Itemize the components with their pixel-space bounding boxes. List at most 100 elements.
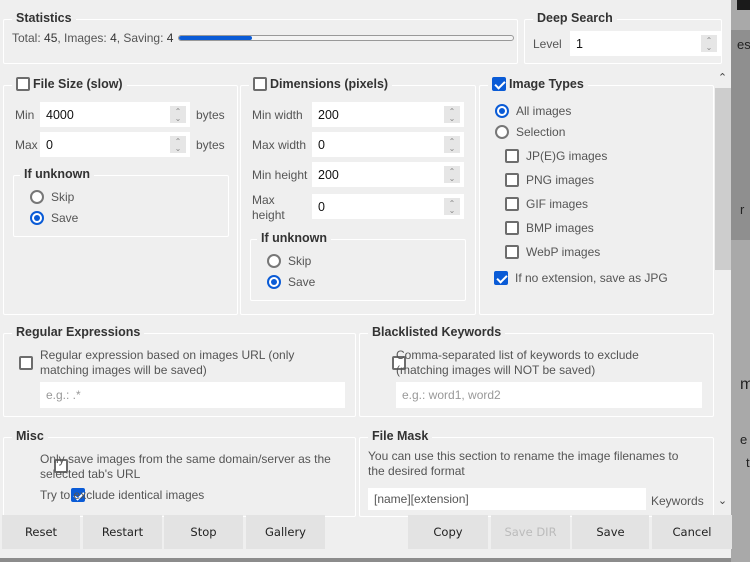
scroll-down-icon[interactable]: ⌄ xyxy=(714,493,731,509)
saving-value: 4 xyxy=(166,31,174,45)
image-type-label: WebP images xyxy=(526,245,601,259)
scroll-thumb[interactable] xyxy=(715,88,731,271)
dimensions-checkbox[interactable] xyxy=(253,77,267,91)
regex-checkbox[interactable] xyxy=(19,356,33,370)
copy-button[interactable]: Copy xyxy=(408,515,488,549)
file-size-save-option[interactable]: Save xyxy=(30,211,78,225)
images-label: , Images: xyxy=(57,31,111,45)
no-extension-option[interactable]: If no extension, save as JPG xyxy=(494,271,668,285)
max-height-stepper[interactable]: 0 ⌃ ⌄ xyxy=(312,194,464,219)
save-radio[interactable] xyxy=(267,275,281,289)
min-width-stepper[interactable]: 200 ⌃ ⌄ xyxy=(312,102,464,127)
skip-label: Skip xyxy=(288,254,312,268)
save-dir-button[interactable]: Save DIR xyxy=(491,515,570,549)
image-type-label: BMP images xyxy=(526,221,594,235)
regex-input[interactable]: e.g.: .* xyxy=(40,382,345,408)
regex-title: Regular Expressions xyxy=(12,325,145,339)
regex-label-line-2: matching images will be saved) xyxy=(40,363,207,377)
exclude-identical-label: Try to exclude identical images xyxy=(40,488,205,502)
min-height-stepper[interactable]: 200 ⌃ ⌄ xyxy=(312,162,464,187)
max-size-label: Max xyxy=(15,138,38,152)
selection-radio[interactable] xyxy=(495,125,509,139)
min-height-value: 200 xyxy=(318,167,339,182)
file-mask-input[interactable]: [name][extension] xyxy=(368,488,646,510)
file-size-title: File Size (slow) xyxy=(33,77,123,91)
backdrop-dark-corner xyxy=(737,0,750,10)
image-type-checkbox[interactable] xyxy=(505,173,519,187)
image-type-checkbox[interactable] xyxy=(505,221,519,235)
image-type-option[interactable]: BMP images xyxy=(505,221,594,235)
keywords-link[interactable]: Keywords xyxy=(651,494,704,508)
stepper-arrows-icon[interactable]: ⌃ ⌄ xyxy=(170,136,186,153)
skip-radio[interactable] xyxy=(30,190,44,204)
statistics-title: Statistics xyxy=(12,11,76,25)
dimensions-unknown-group: If unknown xyxy=(250,231,466,301)
max-size-stepper[interactable]: 0 ⌃ ⌄ xyxy=(40,132,190,157)
max-width-value: 0 xyxy=(318,137,325,152)
min-width-value: 200 xyxy=(318,107,339,122)
all-images-option[interactable]: All images xyxy=(495,104,571,118)
total-label: Total: xyxy=(12,31,45,45)
same-domain-label-line-2: selected tab's URL xyxy=(40,467,141,481)
restart-button[interactable]: Restart xyxy=(83,515,162,549)
statistics-summary: Total: 45, Images: 4, Saving: 4 xyxy=(12,31,173,45)
stepper-arrows-icon[interactable]: ⌃ ⌄ xyxy=(444,198,460,215)
same-domain-label-line-1: Only save images from the same domain/se… xyxy=(40,452,331,466)
images-value: 4 xyxy=(110,31,117,45)
selection-option[interactable]: Selection xyxy=(495,125,565,139)
image-type-option[interactable]: WebP images xyxy=(505,245,600,259)
max-height-label: Max xyxy=(252,193,275,207)
dimensions-unknown-title: If unknown xyxy=(257,231,331,245)
image-type-option[interactable]: PNG images xyxy=(505,173,594,187)
save-button[interactable]: Save xyxy=(572,515,649,549)
no-extension-checkbox[interactable] xyxy=(494,271,508,285)
save-radio[interactable] xyxy=(30,211,44,225)
backdrop-text: r xyxy=(740,202,745,217)
save-label: Save xyxy=(288,275,316,289)
stepper-arrows-icon[interactable]: ⌃ ⌄ xyxy=(701,35,717,52)
dimensions-title: Dimensions (pixels) xyxy=(270,77,389,91)
skip-radio[interactable] xyxy=(267,254,281,268)
saving-label: , Saving: xyxy=(116,31,167,45)
backdrop-text: m xyxy=(740,376,750,393)
selection-label: Selection xyxy=(516,125,566,139)
min-size-stepper[interactable]: 4000 ⌃ ⌄ xyxy=(40,102,190,127)
all-images-label: All images xyxy=(516,104,572,118)
image-type-checkbox[interactable] xyxy=(505,149,519,163)
save-label: Save xyxy=(51,211,79,225)
dimensions-skip-option[interactable]: Skip xyxy=(267,254,311,268)
all-images-radio[interactable] xyxy=(495,104,509,118)
file-size-unknown-group: If unknown xyxy=(13,167,229,237)
backdrop-text: t xyxy=(746,455,750,470)
stop-button[interactable]: Stop xyxy=(164,515,243,549)
stepper-arrows-icon[interactable]: ⌃ ⌄ xyxy=(444,136,460,153)
image-type-label: JP(E)G images xyxy=(526,149,608,163)
stepper-arrows-icon[interactable]: ⌃ ⌄ xyxy=(444,166,460,183)
blacklist-label-line-1: Comma-separated list of keywords to excl… xyxy=(396,348,639,362)
min-size-value: 4000 xyxy=(46,107,74,122)
image-type-option[interactable]: GIF images xyxy=(505,197,588,211)
vertical-scrollbar[interactable]: ⌃ ⌄ xyxy=(714,70,731,510)
dimensions-save-option[interactable]: Save xyxy=(267,275,315,289)
stepper-arrows-icon[interactable]: ⌃ ⌄ xyxy=(170,106,186,123)
stepper-arrows-icon[interactable]: ⌃ ⌄ xyxy=(444,106,460,123)
reset-button[interactable]: Reset xyxy=(2,515,80,549)
image-types-checkbox[interactable] xyxy=(492,77,506,91)
file-size-checkbox[interactable] xyxy=(16,77,30,91)
options-dialog: Statistics Total: 45, Images: 4, Saving:… xyxy=(0,0,732,558)
image-type-checkbox[interactable] xyxy=(505,197,519,211)
image-type-option[interactable]: JP(E)G images xyxy=(505,149,607,163)
level-stepper[interactable]: 1 ⌃ ⌄ xyxy=(570,31,721,56)
image-types-legend: Image Types xyxy=(488,77,588,91)
file-mask-value: [name][extension] xyxy=(374,492,469,506)
image-type-checkbox[interactable] xyxy=(505,245,519,259)
scroll-up-icon[interactable]: ⌃ xyxy=(714,70,731,86)
gallery-button[interactable]: Gallery xyxy=(246,515,325,549)
cancel-button[interactable]: Cancel xyxy=(652,515,732,549)
file-size-skip-option[interactable]: Skip xyxy=(30,190,74,204)
max-width-stepper[interactable]: 0 ⌃ ⌄ xyxy=(312,132,464,157)
image-type-label: PNG images xyxy=(526,173,595,187)
scroll-track[interactable] xyxy=(715,88,731,493)
blacklist-input[interactable]: e.g.: word1, word2 xyxy=(396,382,702,408)
max-size-unit: bytes xyxy=(196,138,225,152)
